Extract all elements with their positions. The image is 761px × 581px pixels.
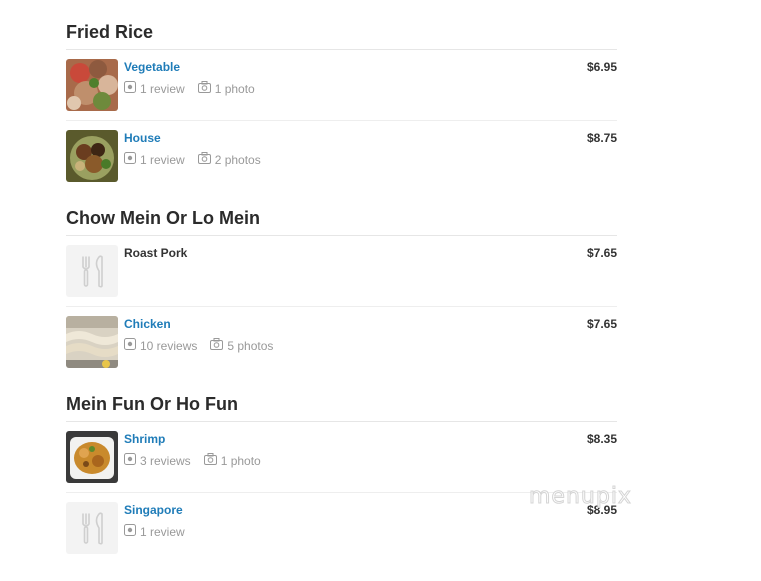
review-icon <box>124 152 136 167</box>
review-icon <box>124 338 136 353</box>
menu-item-house: House $8.75 1 review 2 photos <box>66 121 617 191</box>
item-meta: 1 review 2 photos <box>124 152 274 167</box>
item-name-link[interactable]: Chicken <box>124 317 171 331</box>
section-title: Mein Fun Or Ho Fun <box>66 390 617 422</box>
camera-icon <box>197 81 211 96</box>
item-price: $8.35 <box>586 432 617 446</box>
photos-count: 1 photo <box>214 81 255 96</box>
review-icon <box>124 524 136 539</box>
item-name-link[interactable]: Vegetable <box>124 60 180 74</box>
fork-knife-icon <box>66 245 118 297</box>
photos-count: 5 photos <box>227 338 274 353</box>
item-price: $6.95 <box>586 60 617 74</box>
item-photo-placeholder <box>66 502 118 554</box>
item-meta: 10 reviews 5 photos <box>124 338 286 353</box>
watermark-logo: menupix <box>529 484 632 510</box>
camera-icon <box>197 152 211 167</box>
photos-link[interactable]: 1 photo <box>197 81 255 96</box>
reviews-link[interactable]: 3 reviews <box>124 453 191 468</box>
section-title: Fried Rice <box>66 18 617 50</box>
item-name-link[interactable]: Singapore <box>124 503 183 517</box>
reviews-count: 3 reviews <box>140 453 191 468</box>
menu-item-chicken: Chicken $7.65 10 reviews 5 photos <box>66 307 617 377</box>
camera-icon <box>210 338 224 353</box>
item-photo[interactable] <box>66 130 118 182</box>
item-name-link[interactable]: House <box>124 131 161 145</box>
menu-item-vegetable: Vegetable $6.95 1 review 1 photo <box>66 50 617 121</box>
reviews-count: 1 review <box>140 81 185 96</box>
reviews-link[interactable]: 1 review <box>124 81 185 96</box>
item-meta: 3 reviews 1 photo <box>124 453 274 468</box>
item-price: $7.65 <box>586 246 617 260</box>
review-icon <box>124 453 136 468</box>
photos-count: 2 photos <box>214 152 261 167</box>
reviews-link[interactable]: 1 review <box>124 524 185 539</box>
reviews-link[interactable]: 1 review <box>124 152 185 167</box>
photos-link[interactable]: 2 photos <box>197 152 261 167</box>
item-photo[interactable] <box>66 316 118 368</box>
menu-section-fried-rice: Fried Rice Vegetable $6.95 1 review 1 ph… <box>66 18 617 191</box>
item-meta: 1 review <box>124 524 198 539</box>
item-price: $8.75 <box>586 131 617 145</box>
reviews-link[interactable]: 10 reviews <box>124 338 197 353</box>
item-meta: 1 review 1 photo <box>124 81 268 96</box>
item-photo[interactable] <box>66 431 118 483</box>
menu-list: Fried Rice Vegetable $6.95 1 review 1 ph… <box>66 18 617 563</box>
review-icon <box>124 81 136 96</box>
fork-knife-icon <box>66 502 118 554</box>
photos-count: 1 photo <box>220 453 261 468</box>
menu-section-mein-fun: Mein Fun Or Ho Fun Shrimp $8.35 3 review… <box>66 390 617 563</box>
item-photo-placeholder <box>66 245 118 297</box>
camera-icon <box>203 453 217 468</box>
item-price: $7.65 <box>586 317 617 331</box>
section-title: Chow Mein Or Lo Mein <box>66 204 617 236</box>
menu-item-roast-pork: Roast Pork $7.65 <box>66 236 617 307</box>
item-photo[interactable] <box>66 59 118 111</box>
photos-link[interactable]: 1 photo <box>203 453 261 468</box>
item-name: Roast Pork <box>124 246 188 260</box>
reviews-count: 1 review <box>140 524 185 539</box>
menu-item-shrimp: Shrimp $8.35 3 reviews 1 photo <box>66 422 617 493</box>
reviews-count: 10 reviews <box>140 338 198 353</box>
menu-section-chow-mein: Chow Mein Or Lo Mein Roast Pork $7.65 Ch… <box>66 204 617 377</box>
photos-link[interactable]: 5 photos <box>210 338 273 353</box>
item-name-link[interactable]: Shrimp <box>124 432 165 446</box>
reviews-count: 1 review <box>140 152 185 167</box>
